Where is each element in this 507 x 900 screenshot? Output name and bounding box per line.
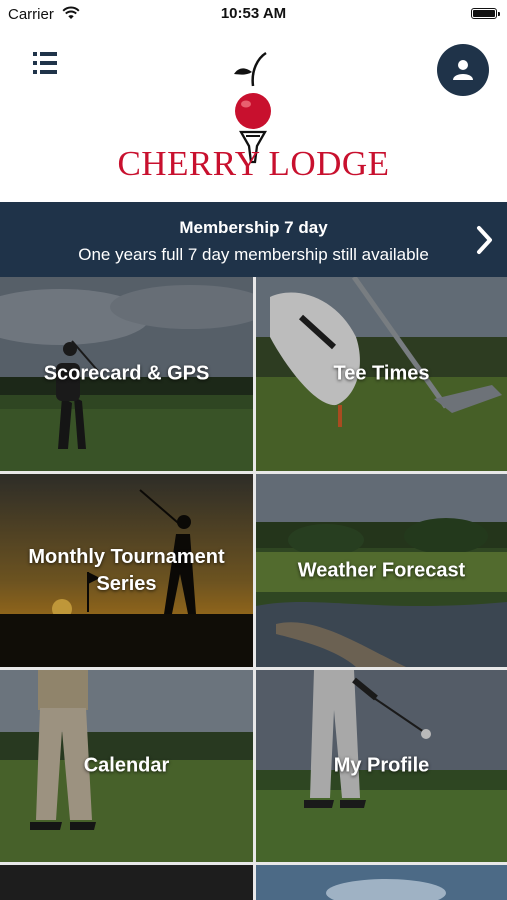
tile-weather-forecast[interactable]: Weather Forecast [256, 474, 507, 667]
tile-label: Scorecard & GPS [43, 362, 210, 385]
battery-icon [471, 8, 500, 19]
clock: 10:53 AM [220, 5, 287, 22]
list-menu-icon [33, 52, 57, 74]
app-header: CHERRY LODGE [0, 28, 507, 202]
tile-next-left[interactable] [0, 865, 253, 900]
user-icon [453, 60, 473, 80]
profile-button[interactable] [437, 44, 489, 96]
tile-label: Calendar [83, 754, 170, 777]
tile-my-profile[interactable]: My Profile [256, 670, 507, 862]
tile-label: My Profile [333, 754, 430, 777]
menu-button[interactable] [24, 48, 62, 80]
feature-grid: Scorecard & GPS Tee Times Monthly Tourna… [0, 277, 507, 900]
membership-banner[interactable]: Membership 7 day One years full 7 day me… [0, 202, 507, 277]
tile-next-right[interactable] [256, 865, 507, 900]
status-bar: Carrier 10:53 AM [0, 0, 507, 28]
tile-monthly-tournament-series[interactable]: Monthly Tournament Series [0, 474, 253, 667]
tile-label: Weather Forecast [297, 559, 466, 581]
brand-wordmark: CHERRY LODGE [117, 144, 390, 183]
tile-label: Monthly Tournament Series [28, 545, 225, 595]
banner-title: Membership 7 day [179, 218, 328, 237]
tile-tee-times[interactable]: Tee Times [256, 277, 507, 471]
chevron-right-icon [477, 226, 492, 254]
tile-image [0, 865, 253, 900]
tile-scorecard-gps[interactable]: Scorecard & GPS [0, 277, 253, 471]
tile-image [256, 865, 507, 900]
banner-subtitle: One years full 7 day membership still av… [78, 245, 429, 264]
tile-label: Tee Times [333, 362, 430, 385]
tile-calendar[interactable]: Calendar [0, 670, 253, 862]
